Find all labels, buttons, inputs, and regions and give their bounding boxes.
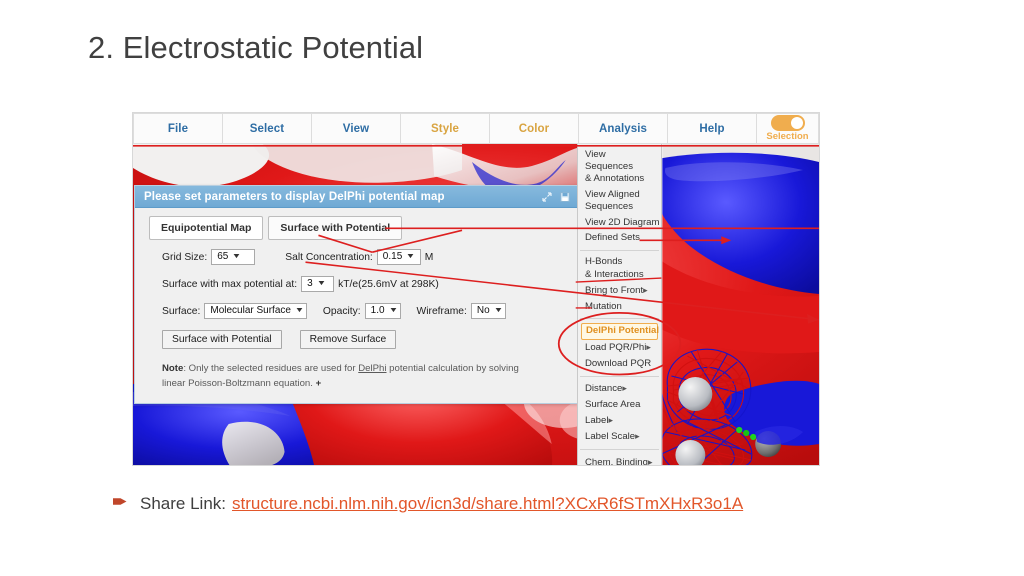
dialog-body: Equipotential Map Surface with Potential… (135, 208, 577, 403)
menu-select[interactable]: Select (223, 113, 312, 144)
menu-item-label: Label (585, 415, 609, 426)
wireframe-select[interactable]: No ▼ (470, 303, 506, 319)
chevron-right-icon: ▸ (635, 431, 640, 442)
delphi-parameters-dialog[interactable]: Please set parameters to display DelPhi … (134, 185, 578, 404)
max-potential-unit: kT/e(25.6mV at 298K) (338, 278, 439, 290)
grid-size-value: 65 (217, 251, 229, 262)
menu-divider (580, 375, 659, 377)
chevron-down-icon: ▼ (231, 253, 242, 260)
menu-item-hbonds-interactions[interactable]: H-Bonds & Interactions (578, 255, 661, 283)
grid-size-select[interactable]: 65 ▼ (211, 249, 256, 265)
salt-concentration-unit: M (424, 251, 434, 263)
selection-toggle-label: Selection (766, 131, 809, 142)
delphi-link[interactable]: DelPhi (358, 363, 386, 374)
page-title: 2. Electrostatic Potential (88, 30, 424, 65)
atom-sphere (678, 377, 713, 411)
max-potential-value: 3 (307, 278, 313, 289)
salt-concentration-value: 0.15 (382, 251, 403, 262)
chevron-down-icon: ▼ (316, 280, 326, 287)
menu-file[interactable]: File (133, 113, 223, 144)
share-link-label: Share Link: (140, 494, 226, 513)
menu-item-chem-binding[interactable]: Chem. Binding▸ (578, 454, 661, 466)
menu-style[interactable]: Style (401, 113, 490, 144)
icn3d-menubar: File Select View Style Color Analysis He… (133, 113, 819, 144)
menu-divider (580, 449, 659, 451)
chevron-right-icon: ▸ (646, 342, 651, 353)
dialog-tabs: Equipotential Map Surface with Potential (135, 216, 577, 240)
share-link-line: Share Link: structure.ncbi.nlm.nih.gov/i… (113, 494, 743, 514)
row-surface-opacity-wireframe: Surface: Molecular Surface ▼ Opacity: 1.0… (135, 303, 577, 319)
note-prefix: Note (162, 363, 184, 374)
menu-item-label: Chem. Binding (585, 456, 648, 466)
chevron-down-icon: ▼ (405, 253, 416, 260)
opacity-select[interactable]: 1.0 ▼ (364, 303, 401, 319)
menu-item-download-pqr[interactable]: Download PQR (578, 356, 661, 371)
menu-item-delphi-potential[interactable]: DelPhi Potential (581, 323, 659, 340)
menu-divider (580, 249, 659, 251)
chevron-right-icon: ▸ (622, 383, 627, 394)
chevron-right-icon: ▸ (643, 285, 648, 296)
menu-item-view-sequences[interactable]: View Sequences & Annotations (578, 147, 661, 187)
surface-label: Surface: (162, 305, 201, 317)
note-text-1: : Only the selected residues are used fo… (183, 363, 359, 374)
chevron-down-icon: ▼ (388, 307, 398, 314)
menu-item-mutation[interactable]: Mutation (578, 299, 661, 314)
viewer-panel-divider (662, 144, 663, 465)
grid-size-label: Grid Size: (162, 251, 208, 263)
selection-toggle[interactable]: Selection (757, 113, 819, 144)
dialog-note: Note: Only the selected residues are use… (135, 362, 547, 391)
opacity-label: Opacity: (322, 305, 361, 317)
menu-color[interactable]: Color (490, 113, 579, 144)
menu-item-label: Distance (585, 383, 623, 395)
arrow-bullet-icon (113, 498, 127, 505)
menu-divider (580, 318, 659, 320)
chevron-down-icon: ▼ (493, 307, 503, 314)
menu-item-view-aligned-sequences[interactable]: View Aligned Sequences (578, 187, 661, 215)
opacity-value: 1.0 (370, 305, 385, 316)
menu-item-label: Bring to Front (585, 285, 644, 297)
share-url-link[interactable]: structure.ncbi.nlm.nih.gov/icn3d/share.h… (232, 494, 743, 514)
tab-equipotential-map[interactable]: Equipotential Map (149, 216, 264, 240)
menu-item-view-2d-diagram[interactable]: View 2D Diagram (578, 215, 661, 230)
row-grid-and-salt: Grid Size: 65 ▼ Salt Concentration: 0.15 ▼… (135, 249, 577, 265)
menu-item-load-pqr-phi[interactable]: Load PQR/Phi▸ (578, 340, 661, 356)
toggle-switch-icon[interactable] (770, 115, 805, 131)
menu-analysis[interactable]: Analysis (579, 113, 668, 144)
menu-item-label[interactable]: Label▸ (578, 413, 661, 429)
tab-surface-with-potential[interactable]: Surface with Potential (268, 216, 403, 240)
expand-note-icon[interactable]: + (316, 378, 322, 389)
menu-item-label: Load PQR/Phi (585, 342, 647, 354)
surface-select[interactable]: Molecular Surface ▼ (204, 303, 307, 319)
menu-item-bring-to-front[interactable]: Bring to Front▸ (578, 283, 661, 299)
icn3d-screenshot: File Select View Style Color Analysis He… (132, 112, 820, 466)
wireframe-value: No (476, 305, 490, 316)
analysis-dropdown-menu[interactable]: View Sequences & Annotations View Aligned… (577, 144, 662, 466)
surface-value: Molecular Surface (210, 305, 291, 316)
save-icon[interactable] (558, 190, 571, 203)
remove-surface-button[interactable]: Remove Surface (299, 330, 397, 349)
surface-with-potential-button[interactable]: Surface with Potential (162, 330, 282, 349)
max-potential-label: Surface with max potential at: (162, 278, 298, 290)
menu-item-label-scale[interactable]: Label Scale▸ (578, 429, 661, 445)
chevron-right-icon: ▸ (647, 456, 653, 466)
chevron-down-icon: ▼ (294, 307, 305, 314)
chevron-right-icon: ▸ (608, 415, 614, 425)
salt-concentration-select[interactable]: 0.15 ▼ (376, 249, 421, 265)
menu-item-surface-area[interactable]: Surface Area (578, 397, 661, 412)
menu-item-distance[interactable]: Distance▸ (578, 381, 661, 397)
wireframe-label: Wireframe: (416, 305, 467, 317)
menu-item-label: Label Scale (585, 431, 636, 443)
menu-view[interactable]: View (312, 113, 401, 144)
dialog-title: Please set parameters to display DelPhi … (144, 190, 445, 203)
dialog-title-bar[interactable]: Please set parameters to display DelPhi … (135, 186, 577, 208)
menu-help[interactable]: Help (668, 113, 757, 144)
row-max-potential: Surface with max potential at: 3 ▼ kT/e(2… (135, 276, 577, 292)
menu-item-defined-sets[interactable]: Defined Sets (578, 230, 661, 245)
max-potential-select[interactable]: 3 ▼ (301, 276, 335, 292)
resize-icon[interactable] (540, 190, 553, 203)
salt-concentration-label: Salt Concentration: (285, 251, 373, 263)
dialog-action-buttons: Surface with Potential Remove Surface (135, 330, 577, 349)
